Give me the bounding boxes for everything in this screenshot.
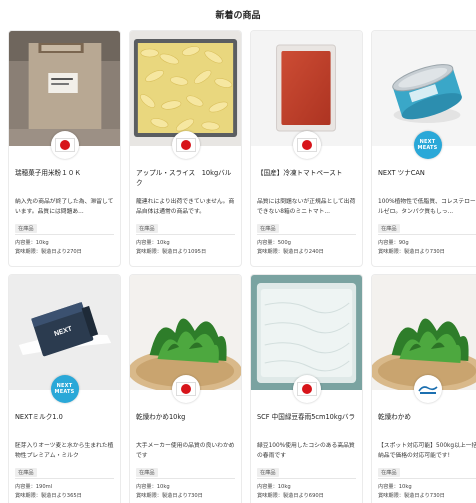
product-card[interactable]: 乾燥わかめ10kg 大手メーカー使用の品質の良いわかめです 在庫品 内容量：10…: [129, 274, 242, 503]
divider: [136, 478, 235, 479]
content-amount: 内容量：10kg: [136, 484, 170, 490]
content-amount: 内容量：90g: [378, 240, 409, 246]
product-description: 胚芽入りオーツ麦と水から生まれた植物性プレミアム・ミルク: [15, 443, 114, 459]
content-amount: 内容量：10kg: [257, 484, 291, 490]
content-amount: 内容量：10kg: [15, 240, 49, 246]
product-card[interactable]: 乾燥わかめ 【スポット対応可能】500kg以上一括納品で価格の対応可能です! 在…: [371, 274, 476, 503]
expiry-date: 賞味期限：製造日より730日: [378, 492, 445, 499]
content-amount: 内容量：190ml: [15, 484, 53, 490]
japan-flag-icon: [50, 131, 79, 159]
product-name: 乾燥わかめ10kg: [136, 413, 186, 421]
glass-noodles-bag-icon: [251, 275, 362, 390]
product-meta: 内容量：10kg 賞味期限：製造日より1095日: [136, 239, 237, 256]
wakame-seaweed-icon: [372, 275, 476, 390]
stock-badge: 在庫品: [378, 224, 400, 233]
product-card[interactable]: SCF 中国緑豆春雨5cm10kgバラ 緑豆100%使用したコシのある高品質の春…: [250, 274, 363, 503]
expiry-date: 賞味期限：製造日より365日: [15, 492, 82, 499]
product-meta: 内容量：10kg 賞味期限：製造日より270日: [15, 239, 116, 256]
stock-badge: 在庫品: [136, 468, 158, 477]
product-card[interactable]: NEXT NEXT MEATS NEXTミルク1.0 胚芽入りオーツ麦と水から生ま…: [8, 274, 121, 503]
new-products-page: 新着の商品 瑞穂菓子用米粉１０Ｋ 納入先の商品が終了した為、滞留しています。品質…: [0, 0, 476, 503]
product-name: 乾燥わかめ: [378, 413, 411, 421]
product-card[interactable]: NEXT MEATS NEXT ツナCAN 100%植物性で低脂質、コレステロール…: [371, 30, 476, 267]
stock-badge: 在庫品: [15, 468, 37, 477]
product-card[interactable]: 瑞穂菓子用米粉１０Ｋ 納入先の商品が終了した為、滞留しています。品質には問題あ.…: [8, 30, 121, 267]
expiry-date: 賞味期限：製造日より730日: [378, 248, 445, 255]
product-name: NEXTミルク1.0: [15, 413, 63, 421]
wakame-seaweed-icon: [130, 275, 241, 390]
japan-flag-icon: [171, 375, 200, 403]
stock-badge: 在庫品: [136, 224, 158, 233]
product-description: 緑豆100%使用したコシのある高品質の春雨です: [257, 443, 355, 459]
product-description: 大手メーカー使用の品質の良いわかめです: [136, 443, 235, 459]
product-meta: 内容量：500g 賞味期限：製造日より240日: [257, 239, 358, 256]
stock-badge: 在庫品: [15, 224, 37, 233]
product-description: 【スポット対応可能】500kg以上一括納品で価格の対応可能です!: [378, 443, 476, 459]
product-card[interactable]: アップル・スライス 10kgバルク 籠連れにより出荷できていません。商品自体は通…: [129, 30, 242, 267]
japan-flag-icon: [292, 131, 321, 159]
expiry-date: 賞味期限：製造日より270日: [15, 248, 82, 255]
product-name: NEXT ツナCAN: [378, 169, 425, 177]
expiry-date: 賞味期限：製造日より730日: [136, 492, 203, 499]
divider: [136, 234, 235, 235]
divider: [378, 478, 476, 479]
content-amount: 内容量：500g: [257, 240, 291, 246]
rice-flour-bag-icon: [9, 31, 120, 146]
divider: [257, 478, 356, 479]
apple-slices-icon: [130, 31, 241, 146]
product-description: 100%植物性で低脂質、コレステロールゼロ。タンパク質もしっ...: [378, 199, 476, 215]
product-grid: 瑞穂菓子用米粉１０Ｋ 納入先の商品が終了した為、滞留しています。品質には問題あ.…: [8, 30, 476, 503]
tuna-can-icon: [372, 31, 476, 146]
divider: [257, 234, 356, 235]
product-meta: 内容量：190ml 賞味期限：製造日より365日: [15, 483, 116, 500]
product-meta: 内容量：10kg 賞味期限：製造日より730日: [378, 483, 476, 500]
product-card[interactable]: 【国産】冷凍トマトペースト 品質には問題ないが正規品として出荷できない8箱のミニ…: [250, 30, 363, 267]
expiry-date: 賞味期限：製造日より240日: [257, 248, 324, 255]
divider: [378, 234, 476, 235]
section-title: 新着の商品: [215, 11, 261, 21]
product-description: 納入先の商品が終了した為、滞留しています。品質には問題あ...: [15, 199, 114, 215]
product-name: SCF 中国緑豆春雨5cm10kgバラ: [257, 413, 356, 421]
japan-flag-icon: [292, 375, 321, 403]
next-meats-logo-icon: NEXT MEATS: [50, 375, 79, 403]
milk-carton-icon: NEXT: [9, 275, 120, 390]
stock-badge: 在庫品: [257, 468, 279, 477]
japan-flag-icon: [171, 131, 200, 159]
product-description: 品質には問題ないが正規品として出荷できない8箱のミニトマト...: [257, 199, 356, 215]
product-description: 籠連れにより出荷できていません。商品自体は通常の商品です。: [136, 199, 235, 215]
content-amount: 内容量：10kg: [136, 240, 170, 246]
next-meats-logo-icon: NEXT MEATS: [413, 131, 442, 159]
expiry-date: 賞味期限：製造日より1095日: [136, 248, 207, 255]
stock-badge: 在庫品: [257, 224, 279, 233]
content-amount: 内容量：10kg: [378, 484, 412, 490]
product-meta: 内容量：90g 賞味期限：製造日より730日: [378, 239, 476, 256]
product-name: アップル・スライス 10kgバルク: [136, 169, 232, 187]
product-meta: 内容量：10kg 賞味期限：製造日より690日: [257, 483, 358, 500]
product-name: 瑞穂菓子用米粉１０Ｋ: [15, 169, 81, 177]
product-meta: 内容量：10kg 賞味期限：製造日より730日: [136, 483, 237, 500]
company-logo-icon: [413, 375, 442, 403]
divider: [15, 234, 114, 235]
stock-badge: 在庫品: [378, 468, 400, 477]
product-name: 【国産】冷凍トマトペースト: [257, 169, 343, 177]
expiry-date: 賞味期限：製造日より690日: [257, 492, 324, 499]
tomato-paste-pack-icon: [251, 31, 362, 146]
divider: [15, 478, 114, 479]
